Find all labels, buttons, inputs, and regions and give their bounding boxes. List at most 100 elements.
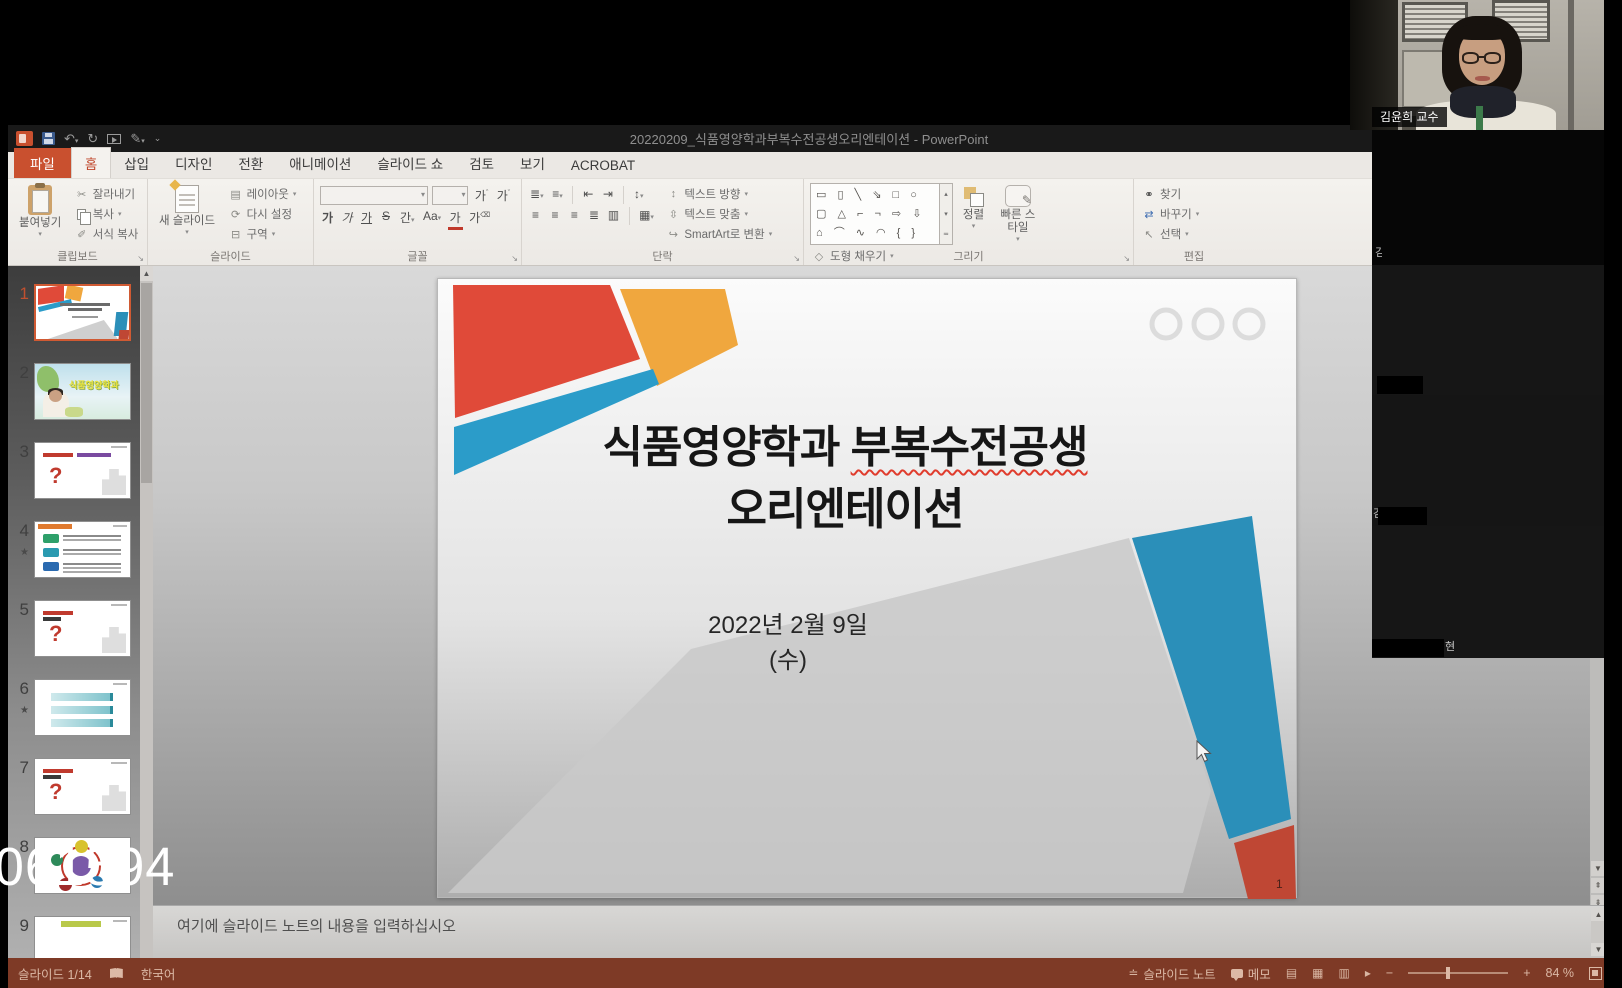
replace-button[interactable]: ⇄바꾸기▾ xyxy=(1142,206,1199,222)
scroll-down-icon[interactable]: ▼ xyxy=(1591,861,1605,876)
scroll-up-icon[interactable]: ▲ xyxy=(140,266,153,281)
tab-design[interactable]: 디자인 xyxy=(162,148,225,178)
numbering-button[interactable]: ≡▾ xyxy=(550,186,565,202)
ribbon-group-slides: 새 슬라이드 ▾ ▤레이아웃▾ ⟳다시 설정 ⊟구역▾ 슬라이드 xyxy=(148,179,314,265)
customize-qat-icon[interactable]: ⌄ xyxy=(154,134,162,143)
bullets-button[interactable]: ≣▾ xyxy=(528,186,546,202)
dialog-launcher-icon[interactable]: ↘ xyxy=(511,254,518,263)
comments-toggle-button[interactable]: 메모 xyxy=(1231,964,1271,983)
undo-icon[interactable]: ↶▾ xyxy=(64,132,78,145)
convert-smartart-button[interactable]: ↪SmartArt로 변환▾ xyxy=(666,226,772,242)
copy-button[interactable]: 복사▾ xyxy=(75,206,139,222)
strikethrough-button[interactable]: S xyxy=(379,208,394,224)
char-spacing-button[interactable]: 간▾ xyxy=(398,208,417,227)
decrease-indent-button[interactable]: ⇤ xyxy=(581,186,596,202)
thumbnail-slide-4[interactable]: 4 ★ xyxy=(12,521,135,578)
slideshow-view-icon[interactable]: ▸ xyxy=(1365,966,1371,980)
participant-video-tile[interactable]: 김 xyxy=(1372,395,1604,526)
zoom-slider[interactable] xyxy=(1408,972,1508,974)
grow-font-button[interactable]: 가ˆ xyxy=(473,186,490,205)
text-direction-button[interactable]: ↕텍스트 방향▾ xyxy=(666,186,772,202)
format-painter-button[interactable]: ✐서식 복사 xyxy=(75,226,139,242)
shapes-gallery-scroll[interactable]: ▴▾≂ xyxy=(940,183,953,245)
underline-button[interactable]: 가 xyxy=(359,208,374,227)
spellcheck-icon[interactable] xyxy=(110,968,123,978)
dropdown-arrow-icon: ▾ xyxy=(38,231,42,238)
align-right-button[interactable]: ≡ xyxy=(567,207,582,223)
notes-pane[interactable]: 여기에 슬라이드 노트의 내용을 입력하십시오 ▲ ▼ xyxy=(153,905,1610,958)
thumbnail-slide-2[interactable]: 2 식품영양학과 xyxy=(12,363,135,420)
normal-view-icon[interactable]: ▤ xyxy=(1286,966,1297,980)
paste-button[interactable]: 붙여넣기 ▾ xyxy=(14,183,66,249)
thumbnail-slide-3[interactable]: 3 ? xyxy=(12,442,135,499)
laser-pointer-icon[interactable]: ✎▾ xyxy=(130,132,144,145)
font-size-combo[interactable] xyxy=(432,186,468,205)
change-case-button[interactable]: Aa▾ xyxy=(421,208,443,224)
participant-video-tile[interactable] xyxy=(1372,265,1604,395)
select-button[interactable]: ↖선택▾ xyxy=(1142,226,1199,242)
zoom-out-button[interactable]: − xyxy=(1386,966,1393,980)
slide-sorter-view-icon[interactable]: ▦ xyxy=(1312,966,1323,980)
align-left-button[interactable]: ≡ xyxy=(528,207,543,223)
font-color-button[interactable]: 가 xyxy=(448,208,463,230)
fit-to-window-icon[interactable] xyxy=(1589,967,1602,980)
tab-acrobat[interactable]: ACROBAT xyxy=(558,153,648,178)
notes-toggle-button[interactable]: ≐슬라이드 노트 xyxy=(1128,964,1216,983)
shrink-font-button[interactable]: 가ˇ xyxy=(495,186,512,205)
section-button[interactable]: ⊟구역▾ xyxy=(229,226,297,242)
italic-button[interactable]: 가 xyxy=(340,208,355,227)
redo-icon[interactable]: ↻ xyxy=(87,132,98,145)
zoom-level[interactable]: 84 % xyxy=(1546,966,1575,980)
shapes-gallery[interactable]: ▭ ▯ ╲ ⇘ □ ○▢ △ ⌐ ¬ ⇨ ⇩⌂ ⌒ ∿ ◠ { } xyxy=(810,183,940,245)
arrange-button[interactable]: 정렬 ▾ xyxy=(957,183,989,245)
line-spacing-button[interactable]: ↕▾ xyxy=(631,186,646,202)
webcam-video[interactable]: 김윤희 교수 xyxy=(1350,0,1604,130)
tab-file[interactable]: 파일 xyxy=(14,148,71,178)
thumbnail-slide-6[interactable]: 6 ★ xyxy=(12,679,135,736)
table-layout-button[interactable]: ▦▾ xyxy=(637,207,656,223)
slide-counter[interactable]: 슬라이드 1/14 xyxy=(18,964,92,983)
slide-date[interactable]: 2022년 2월 9일 (수) xyxy=(688,605,888,675)
save-icon[interactable] xyxy=(42,132,55,145)
previous-slide-icon[interactable]: ⇞ xyxy=(1591,878,1605,893)
align-text-button[interactable]: ⇳텍스트 맞춤▾ xyxy=(666,206,772,222)
start-slideshow-icon[interactable] xyxy=(107,134,121,144)
language-indicator[interactable]: 한국어 xyxy=(141,964,176,983)
clear-formatting-button[interactable]: 가⌫ xyxy=(467,208,492,227)
thumbnail-slide-9[interactable]: 9 xyxy=(12,916,135,958)
slide-title[interactable]: 식품영양학과 부복수전공생 오리엔테이션 xyxy=(438,417,1252,542)
zoom-in-button[interactable]: + xyxy=(1523,966,1530,980)
font-name-combo[interactable] xyxy=(320,186,428,205)
next-slide-icon[interactable]: ⇟ xyxy=(1591,895,1605,905)
reset-button[interactable]: ⟳다시 설정 xyxy=(229,206,297,222)
zoom-slider-thumb[interactable] xyxy=(1446,967,1450,979)
tab-slideshow[interactable]: 슬라이드 쇼 xyxy=(364,148,456,178)
participant-video-tile[interactable]: 김 xyxy=(1372,130,1604,265)
participant-video-tile[interactable]: 현 xyxy=(1372,526,1604,658)
increase-indent-button[interactable]: ⇥ xyxy=(600,186,615,202)
align-center-button[interactable]: ≡ xyxy=(547,207,562,223)
dialog-launcher-icon[interactable]: ↘ xyxy=(137,254,144,263)
dialog-launcher-icon[interactable]: ↘ xyxy=(1123,254,1130,263)
thumbnail-slide-5[interactable]: 5 ? xyxy=(12,600,135,657)
dialog-launcher-icon[interactable]: ↘ xyxy=(793,254,800,263)
reading-view-icon[interactable]: ▥ xyxy=(1339,966,1350,980)
tab-transitions[interactable]: 전환 xyxy=(225,148,276,178)
justify-button[interactable]: ≣ xyxy=(586,207,601,223)
cut-button[interactable]: ✂잘라내기 xyxy=(75,186,139,202)
tab-view[interactable]: 보기 xyxy=(507,148,558,178)
quick-styles-button[interactable]: 빠른 스타일 ▾ xyxy=(994,183,1042,245)
tab-home[interactable]: 홈 xyxy=(71,147,111,178)
tab-animations[interactable]: 애니메이션 xyxy=(276,148,364,178)
thumbnail-slide-7[interactable]: 7 ? xyxy=(12,758,135,815)
thumbnail-slide-1[interactable]: 1 xyxy=(12,284,135,341)
bold-button[interactable]: 가 xyxy=(320,208,335,227)
new-slide-button[interactable]: 새 슬라이드 ▾ xyxy=(154,183,220,249)
tab-insert[interactable]: 삽입 xyxy=(111,148,162,178)
find-button[interactable]: ⚭찾기 xyxy=(1142,186,1199,202)
tab-review[interactable]: 검토 xyxy=(456,148,507,178)
notes-placeholder[interactable]: 여기에 슬라이드 노트의 내용을 입력하십시오 xyxy=(177,915,456,936)
slide-canvas[interactable]: 식품영양학과 부복수전공생 오리엔테이션 2022년 2월 9일 (수) 1 xyxy=(437,278,1297,898)
columns-button[interactable]: ▥ xyxy=(606,207,621,223)
layout-button[interactable]: ▤레이아웃▾ xyxy=(229,186,297,202)
